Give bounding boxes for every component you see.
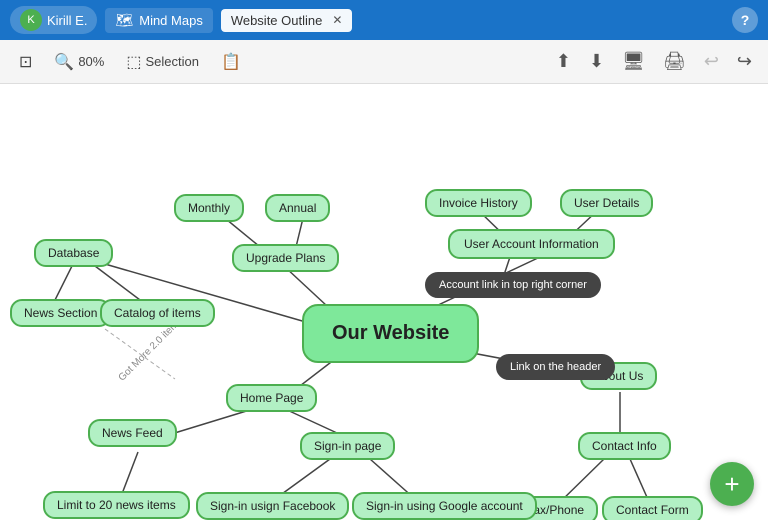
tab-mindmaps-label: Mind Maps — [139, 13, 203, 28]
user-badge[interactable]: K Kirill E. — [10, 6, 97, 34]
fab-button[interactable]: + — [710, 462, 754, 506]
selection-label: Selection — [145, 54, 198, 69]
node-limit-news[interactable]: Limit to 20 news items — [43, 491, 190, 519]
tab-mindmaps[interactable]: 🗺 Mind Maps — [105, 8, 212, 33]
fit-icon: ⊡ — [19, 52, 32, 72]
node-contact-form[interactable]: Contact Form — [602, 496, 703, 520]
clipboard-button[interactable]: 📋 — [212, 47, 250, 77]
share-button[interactable]: ⬆ — [550, 47, 577, 76]
node-upgrade-plans[interactable]: Upgrade Plans — [232, 244, 339, 272]
node-signin-page[interactable]: Sign-in page — [300, 432, 395, 460]
undo-button[interactable]: ↩ — [698, 47, 725, 76]
tab-website-label: Website Outline — [231, 13, 323, 28]
node-news-feed[interactable]: News Feed — [88, 419, 177, 447]
canvas: Got More 2.0 items Our Website Upgrade P… — [0, 84, 768, 520]
node-contact-info[interactable]: Contact Info — [578, 432, 671, 460]
node-news-section[interactable]: News Section — [10, 299, 111, 327]
node-signin-google[interactable]: Sign-in using Google account — [352, 492, 537, 520]
zoom-value: 80% — [78, 54, 104, 69]
monitor-button[interactable]: 🖥 — [616, 47, 651, 76]
header: K Kirill E. 🗺 Mind Maps Website Outline … — [0, 0, 768, 40]
node-monthly[interactable]: Monthly — [174, 194, 244, 222]
node-invoice[interactable]: Invoice History — [425, 189, 532, 217]
zoom-button[interactable]: 🔍 80% — [45, 47, 113, 77]
node-signin-fb[interactable]: Sign-in usign Facebook — [196, 492, 349, 520]
help-button[interactable]: ? — [732, 7, 758, 33]
clipboard-icon: 📋 — [221, 52, 241, 72]
node-link-header[interactable]: Link on the header — [496, 354, 615, 380]
redo-button[interactable]: ↪ — [731, 47, 758, 76]
selection-button[interactable]: ⬚ Selection — [117, 47, 208, 77]
node-home-page[interactable]: Home Page — [226, 384, 317, 412]
fit-button[interactable]: ⊡ — [10, 47, 41, 77]
node-user-account[interactable]: User Account Information — [448, 229, 615, 259]
node-annual[interactable]: Annual — [265, 194, 330, 222]
mindmaps-icon: 🗺 — [115, 12, 133, 29]
node-acct-link[interactable]: Account link in top right corner — [425, 272, 601, 298]
download-button[interactable]: ⬇ — [583, 47, 610, 76]
user-name: Kirill E. — [47, 13, 87, 28]
node-central[interactable]: Our Website — [302, 304, 479, 363]
toolbar: ⊡ 🔍 80% ⬚ Selection 📋 ⬆ ⬇ 🖥 🖨 ↩ ↪ — [0, 40, 768, 84]
tab-close-icon[interactable]: ✕ — [332, 13, 342, 27]
node-user-details[interactable]: User Details — [560, 189, 653, 217]
zoom-icon: 🔍 — [54, 52, 74, 72]
selection-icon: ⬚ — [126, 52, 141, 72]
user-avatar: K — [20, 9, 42, 31]
tab-website-outline[interactable]: Website Outline ✕ — [221, 9, 353, 32]
fab-icon: + — [724, 469, 739, 500]
node-database[interactable]: Database — [34, 239, 113, 267]
print-button[interactable]: 🖨 — [657, 47, 692, 76]
node-catalog[interactable]: Catalog of items — [100, 299, 215, 327]
